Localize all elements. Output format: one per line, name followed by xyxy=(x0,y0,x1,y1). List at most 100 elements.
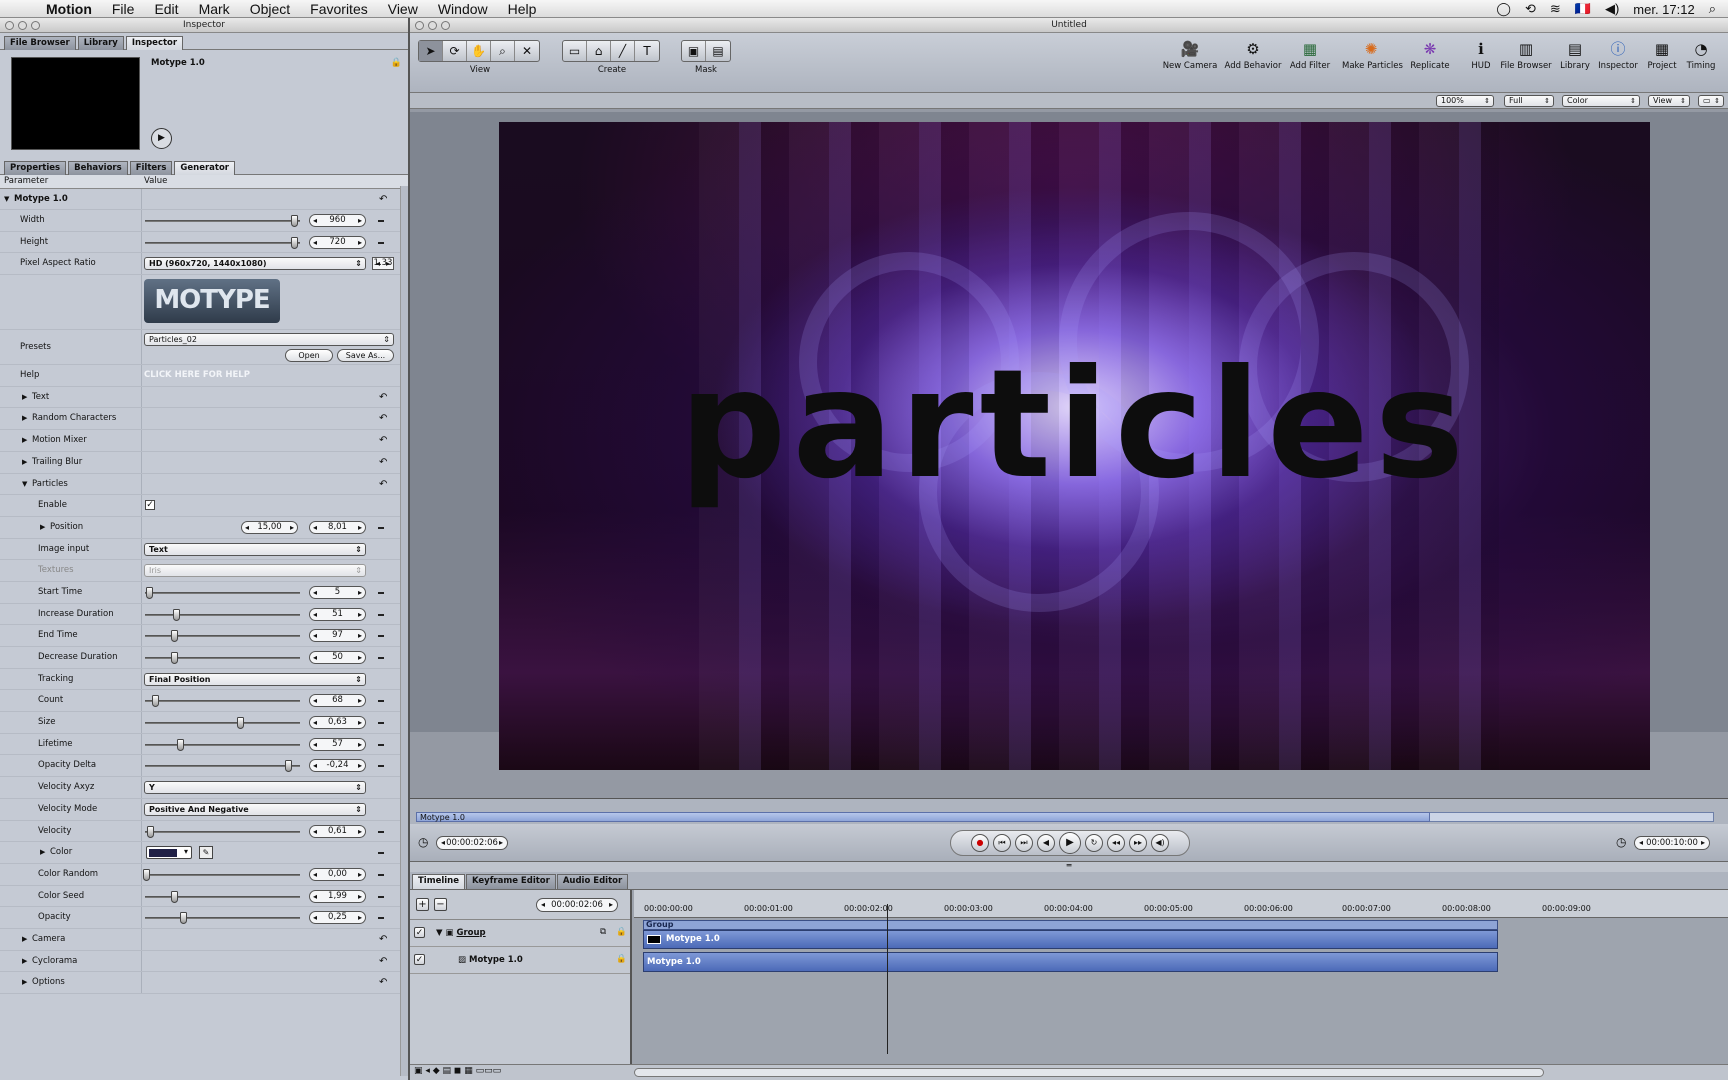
color-well[interactable]: ▾ xyxy=(146,846,192,860)
paint-tool-icon[interactable]: ╱ xyxy=(611,41,635,61)
menu-app[interactable]: Motion xyxy=(46,1,92,17)
reset-icon[interactable]: ↶ xyxy=(379,194,387,205)
add-behavior-button[interactable]: ⚙ Add Behavior xyxy=(1224,39,1282,71)
menu-mark[interactable]: Mark xyxy=(199,1,230,17)
chat-icon[interactable]: ◯ xyxy=(1496,1,1511,17)
param-trailing-blur-group[interactable]: ▶ Trailing Blur xyxy=(22,452,82,473)
opacity-delta-field[interactable]: -0,24 xyxy=(309,759,366,773)
duration-field[interactable]: 00:00:10:00 xyxy=(1634,836,1710,850)
minus-icon[interactable] xyxy=(378,873,384,876)
disclosure-closed-icon[interactable]: ▶ xyxy=(22,408,32,429)
reset-icon[interactable]: ↶ xyxy=(379,977,387,988)
par-popup[interactable]: HD (960x720, 1440x1080) xyxy=(144,257,366,271)
slider-thumb[interactable] xyxy=(177,738,184,751)
param-cyclorama-group[interactable]: ▶ Cyclorama xyxy=(22,951,77,972)
start-time-slider[interactable] xyxy=(145,586,300,599)
save-as-button[interactable]: Save As... xyxy=(337,349,394,363)
preview-play-button[interactable]: ▶ xyxy=(151,128,172,149)
reset-icon[interactable]: ↶ xyxy=(379,457,387,468)
layers-stack-icon[interactable]: ⧉ xyxy=(600,927,606,937)
add-filter-button[interactable]: ▦ Add Filter xyxy=(1281,39,1339,71)
lock-icon[interactable]: 🔒 xyxy=(391,58,402,68)
lifetime-field[interactable]: 57 xyxy=(309,737,366,751)
canvas-frame[interactable]: particles xyxy=(499,122,1650,770)
timeline-time-field[interactable]: 00:00:02:06 xyxy=(536,898,618,912)
remove-icon[interactable]: − xyxy=(434,898,447,911)
size-field[interactable]: 0,63 xyxy=(309,716,366,730)
reset-icon[interactable]: ↶ xyxy=(379,934,387,945)
spotlight-icon[interactable]: ⌕ xyxy=(1709,1,1716,17)
pan-tool-icon[interactable]: ✋ xyxy=(467,41,491,61)
play-icon[interactable]: ▶ xyxy=(1059,832,1081,854)
lock-icon[interactable]: 🔒 xyxy=(616,927,627,937)
go-to-end-icon[interactable]: ⏭ xyxy=(1015,834,1033,852)
minus-icon[interactable] xyxy=(378,700,384,703)
input-flag-icon[interactable]: 🇫🇷 xyxy=(1575,1,1591,17)
zoom-popup[interactable]: 100% xyxy=(1436,95,1494,107)
layout-popup-icon[interactable]: ▭ xyxy=(1698,95,1724,107)
menu-file[interactable]: File xyxy=(112,1,135,17)
param-random-chars-group[interactable]: ▶ Random Characters xyxy=(22,408,116,429)
timeline-view-icons[interactable]: ▣ ◂ ◆ ▤ ◼ ▦ ▭▭▭ xyxy=(414,1066,501,1076)
inc-dur-field[interactable]: 51 xyxy=(309,607,366,621)
eyedropper-icon[interactable]: ✎ xyxy=(199,846,213,860)
minus-icon[interactable] xyxy=(378,722,384,725)
minus-icon[interactable] xyxy=(378,220,384,222)
audio-next-icon[interactable]: ▸▸ xyxy=(1129,834,1147,852)
disclosure-open-icon[interactable]: ▼ xyxy=(4,189,14,210)
canvas-text[interactable]: particles xyxy=(499,350,1650,500)
disclosure-open-icon[interactable]: ▼ xyxy=(22,474,32,495)
menu-view[interactable]: View xyxy=(388,1,418,17)
select-tool-icon[interactable]: ➤ xyxy=(419,41,443,61)
lock-icon[interactable]: 🔒 xyxy=(616,954,627,964)
enable-checkbox[interactable]: ✓ xyxy=(145,500,155,511)
menu-object[interactable]: Object xyxy=(250,1,290,17)
inc-dur-slider[interactable] xyxy=(145,608,300,621)
time-ruler[interactable]: 00:00:00:00 00:00:01:00 00:00:02:00 00:0… xyxy=(634,890,1728,918)
color-seed-slider[interactable] xyxy=(145,890,300,903)
color-seed-field[interactable]: 1,99 xyxy=(309,889,366,903)
param-options-group[interactable]: ▶ Options xyxy=(22,972,65,993)
param-position-group[interactable]: ▶ Position xyxy=(40,517,83,538)
slider-thumb[interactable] xyxy=(173,608,180,621)
menu-window[interactable]: Window xyxy=(438,1,488,17)
record-icon[interactable]: ● xyxy=(971,834,989,852)
param-color-group[interactable]: ▶ Color xyxy=(40,842,72,863)
motype-track-bar[interactable]: Motype 1.0 xyxy=(643,930,1498,949)
minus-icon[interactable] xyxy=(378,591,384,594)
vel-mode-popup[interactable]: Positive And Negative xyxy=(144,802,366,816)
velocity-field[interactable]: 0,61 xyxy=(309,824,366,838)
time-machine-icon[interactable]: ⟲ xyxy=(1525,1,1536,17)
add-icon[interactable]: + xyxy=(416,898,429,911)
minus-icon[interactable] xyxy=(378,895,384,898)
tab-behaviors[interactable]: Behaviors xyxy=(68,161,128,175)
replicate-button[interactable]: ❋ Replicate xyxy=(1401,39,1459,71)
minus-icon[interactable] xyxy=(378,765,384,768)
group-track-bar[interactable]: Group xyxy=(643,920,1498,930)
slider-thumb[interactable] xyxy=(180,912,187,925)
param-camera-group[interactable]: ▶ Camera xyxy=(22,929,65,950)
start-time-field[interactable]: 5 xyxy=(309,585,366,599)
menu-edit[interactable]: Edit xyxy=(154,1,178,17)
channel-popup[interactable]: Color xyxy=(1562,95,1640,107)
minus-icon[interactable] xyxy=(378,526,384,529)
lifetime-slider[interactable] xyxy=(145,738,300,751)
param-text-group[interactable]: ▶ Text xyxy=(22,387,49,408)
go-to-start-icon[interactable]: ⏮ xyxy=(993,834,1011,852)
disclosure-closed-icon[interactable]: ▶ xyxy=(22,452,32,473)
opacity-delta-slider[interactable] xyxy=(145,760,300,773)
mini-timeline[interactable]: Motype 1.0 xyxy=(410,798,1728,824)
disclosure-closed-icon[interactable]: ▶ xyxy=(40,842,50,863)
volume-icon[interactable]: ◀) xyxy=(1605,1,1619,17)
color-random-slider[interactable] xyxy=(143,868,300,881)
zoom-tool-icon[interactable]: ⌕ xyxy=(491,41,515,61)
disclosure-closed-icon[interactable]: ▶ xyxy=(40,517,50,538)
layer-visibility-checkbox[interactable]: ✓ xyxy=(414,927,425,938)
tab-filters[interactable]: Filters xyxy=(129,161,173,175)
view-popup[interactable]: View xyxy=(1648,95,1690,107)
inspector-scrollbar[interactable] xyxy=(400,186,408,1076)
dec-dur-field[interactable]: 50 xyxy=(309,651,366,664)
reset-icon[interactable]: ↶ xyxy=(379,435,387,446)
disclosure-closed-icon[interactable]: ▶ xyxy=(22,929,32,950)
tab-audio-editor[interactable]: Audio Editor xyxy=(556,874,629,889)
